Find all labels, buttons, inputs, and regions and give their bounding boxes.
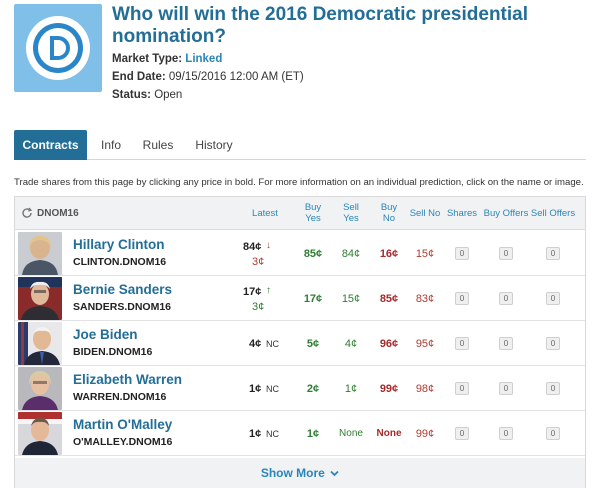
candidate-name-link[interactable]: Joe Biden: [73, 327, 138, 342]
tab-bar: Contracts Info Rules History: [14, 130, 586, 160]
candidate-name-link[interactable]: Hillary Clinton: [73, 237, 165, 252]
buy-yes-price[interactable]: 85¢: [293, 248, 333, 260]
buy-no-price[interactable]: 85¢: [369, 293, 409, 305]
buy-offers-count: 0: [499, 427, 513, 440]
chevron-down-icon: [330, 471, 339, 477]
buy-no-price[interactable]: 99¢: [369, 383, 409, 395]
table-row: Bernie Sanders SANDERS.DNOM16 17¢ ↑ 3¢ 1…: [15, 276, 585, 321]
table-row: Joe Biden BIDEN.DNOM16 4¢ NC 5¢ 4¢ 96¢ 9…: [15, 321, 585, 366]
candidate-name-link[interactable]: Martin O'Malley: [73, 417, 172, 432]
price-change: NC: [266, 339, 279, 349]
header-latest: Latest: [252, 208, 278, 219]
header-sell-no: Sell No: [409, 208, 441, 219]
market-header: Who will win the 2016 Democratic preside…: [14, 4, 594, 114]
buy-yes-price[interactable]: 1¢: [293, 428, 333, 440]
sell-no-price: 98¢: [415, 383, 435, 395]
show-more-label: Show More: [260, 466, 325, 480]
sell-no-price: 99¢: [415, 428, 435, 440]
candidate-photo[interactable]: [18, 367, 62, 410]
shares-count: 0: [455, 337, 469, 350]
header-buy-no: Buy No: [380, 202, 398, 224]
market-type-link[interactable]: Linked: [185, 53, 222, 65]
contract-code: O'MALLEY.DNOM16: [73, 436, 173, 448]
sell-no-price: 83¢: [415, 293, 435, 305]
tab-history[interactable]: History: [191, 130, 237, 160]
market-status: Status: Open: [112, 89, 183, 101]
sell-offers-count: 0: [546, 247, 560, 260]
buy-offers-count: 0: [499, 337, 513, 350]
sell-offers-count: 0: [546, 382, 560, 395]
candidate-photo[interactable]: [18, 412, 62, 455]
tab-info[interactable]: Info: [93, 130, 129, 160]
header-buy-yes: Buy Yes: [304, 202, 322, 224]
sell-offers-count: 0: [546, 292, 560, 305]
arrow-up-icon: ↑: [266, 285, 271, 296]
sell-no-price: 15¢: [415, 248, 435, 260]
header-shares: Shares: [446, 208, 478, 219]
price-change: NC: [266, 384, 279, 394]
table-row: Hillary Clinton CLINTON.DNOM16 84¢ ↓ 3¢ …: [15, 231, 585, 276]
buy-yes-price[interactable]: 17¢: [293, 293, 333, 305]
sell-offers-count: 0: [546, 427, 560, 440]
buy-no-price[interactable]: 16¢: [369, 248, 409, 260]
sell-offers-count: 0: [546, 337, 560, 350]
contract-code: WARREN.DNOM16: [73, 391, 167, 403]
sell-yes-price: 15¢: [341, 293, 361, 305]
sell-no-price: 95¢: [415, 338, 435, 350]
shares-count: 0: [455, 247, 469, 260]
refresh-icon[interactable]: [21, 207, 33, 219]
shares-count: 0: [455, 382, 469, 395]
shares-count: 0: [455, 292, 469, 305]
contract-code: CLINTON.DNOM16: [73, 256, 167, 268]
contracts-table: DNOM16 Latest Buy Yes Sell Yes Buy No Se…: [14, 196, 586, 488]
latest-price: 1¢: [249, 383, 262, 395]
buy-offers-count: 0: [499, 382, 513, 395]
show-more-button[interactable]: Show More: [15, 458, 585, 488]
buy-no-price[interactable]: None: [369, 428, 409, 439]
buy-offers-count: 0: [499, 292, 513, 305]
tab-rules[interactable]: Rules: [139, 130, 177, 160]
instructions-text: Trade shares from this page by clicking …: [14, 177, 584, 188]
tab-contracts[interactable]: Contracts: [14, 130, 87, 160]
sell-yes-price: 1¢: [344, 383, 358, 395]
latest-price: 1¢: [249, 428, 262, 440]
candidate-photo[interactable]: [18, 232, 62, 275]
candidate-name-link[interactable]: Elizabeth Warren: [73, 372, 182, 387]
buy-no-price[interactable]: 96¢: [369, 338, 409, 350]
price-change: NC: [266, 429, 279, 439]
latest-price: 17¢: [243, 286, 262, 298]
market-type: Market Type: Linked: [112, 53, 223, 65]
buy-offers-count: 0: [499, 247, 513, 260]
contract-code: BIDEN.DNOM16: [73, 346, 153, 358]
market-title: Who will win the 2016 Democratic preside…: [112, 4, 528, 47]
end-date: End Date: 09/15/2016 12:00 AM (ET): [112, 71, 304, 83]
arrow-down-icon: ↓: [266, 240, 271, 251]
table-row: Elizabeth Warren WARREN.DNOM16 1¢ NC 2¢ …: [15, 366, 585, 411]
header-sell-yes: Sell Yes: [343, 202, 359, 224]
candidate-photo[interactable]: [18, 277, 62, 320]
table-row: Martin O'Malley O'MALLEY.DNOM16 1¢ NC 1¢…: [15, 411, 585, 456]
header-buy-offers: Buy Offers: [483, 208, 529, 219]
price-change: 3¢: [252, 301, 265, 313]
sell-yes-price: 4¢: [344, 338, 358, 350]
price-change: 3¢: [252, 256, 265, 268]
contract-code: SANDERS.DNOM16: [73, 301, 172, 313]
shares-count: 0: [455, 427, 469, 440]
candidate-name-link[interactable]: Bernie Sanders: [73, 282, 172, 297]
latest-price: 84¢: [243, 241, 262, 253]
market-code: DNOM16: [37, 208, 79, 219]
table-header: DNOM16 Latest Buy Yes Sell Yes Buy No Se…: [15, 197, 585, 230]
candidate-photo[interactable]: [18, 322, 62, 365]
buy-yes-price[interactable]: 5¢: [293, 338, 333, 350]
sell-yes-price: 84¢: [341, 248, 361, 260]
latest-price: 4¢: [249, 338, 262, 350]
democratic-party-logo: [14, 4, 102, 92]
buy-yes-price[interactable]: 2¢: [293, 383, 333, 395]
header-sell-offers: Sell Offers: [530, 208, 576, 219]
sell-yes-price: None: [339, 428, 363, 439]
